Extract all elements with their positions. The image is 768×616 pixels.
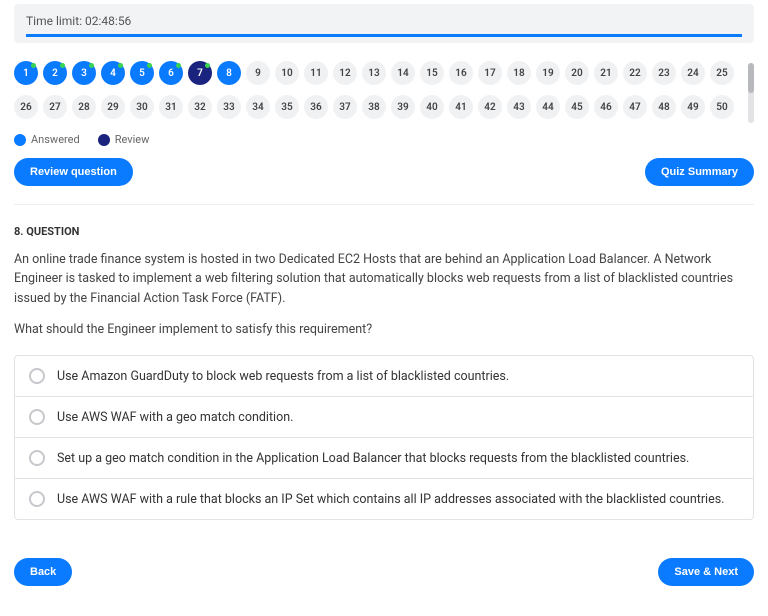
question-body: An online trade finance system is hosted… bbox=[14, 250, 754, 308]
answer-option-label: Use AWS WAF with a geo match condition. bbox=[57, 410, 293, 425]
question-nav-50[interactable]: 50 bbox=[710, 95, 734, 119]
question-nav-32[interactable]: 32 bbox=[188, 95, 212, 119]
question-nav-28[interactable]: 28 bbox=[72, 95, 96, 119]
question-nav-36[interactable]: 36 bbox=[304, 95, 328, 119]
question-nav-13[interactable]: 13 bbox=[362, 61, 386, 85]
question-nav-15[interactable]: 15 bbox=[420, 61, 444, 85]
question-nav-3[interactable]: 3 bbox=[72, 61, 96, 85]
radio-icon bbox=[29, 491, 45, 507]
legend-review-label: Review bbox=[115, 133, 150, 146]
legend-answered-label: Answered bbox=[31, 133, 80, 146]
question-nav-14[interactable]: 14 bbox=[391, 61, 415, 85]
review-question-button[interactable]: Review question bbox=[14, 158, 133, 186]
answer-options: Use Amazon GuardDuty to block web reques… bbox=[14, 355, 754, 520]
scrollbar-thumb[interactable] bbox=[748, 63, 754, 93]
answer-option-2[interactable]: Use AWS WAF with a geo match condition. bbox=[15, 397, 753, 438]
question-nav-20[interactable]: 20 bbox=[565, 61, 589, 85]
review-dot-icon bbox=[98, 134, 110, 146]
answered-indicator-icon bbox=[60, 63, 65, 68]
question-nav-4[interactable]: 4 bbox=[101, 61, 125, 85]
question-nav-1[interactable]: 1 bbox=[14, 61, 38, 85]
legend-answered: Answered bbox=[14, 133, 80, 146]
question-nav-46[interactable]: 46 bbox=[594, 95, 618, 119]
question-heading: 8. QUESTION bbox=[14, 225, 754, 238]
question-nav-48[interactable]: 48 bbox=[652, 95, 676, 119]
question-nav-12[interactable]: 12 bbox=[333, 61, 357, 85]
quiz-summary-button[interactable]: Quiz Summary bbox=[645, 158, 754, 186]
question-nav-8[interactable]: 8 bbox=[217, 61, 241, 85]
radio-icon bbox=[29, 368, 45, 384]
timer-text: Time limit: 02:48:56 bbox=[26, 14, 742, 28]
question-nav-29[interactable]: 29 bbox=[101, 95, 125, 119]
question-nav: 1234567891011121314151617181920212223242… bbox=[14, 61, 742, 129]
question-nav-21[interactable]: 21 bbox=[594, 61, 618, 85]
answer-option-label: Set up a geo match condition in the Appl… bbox=[57, 451, 689, 466]
timer-progress bbox=[26, 34, 742, 37]
question-nav-10[interactable]: 10 bbox=[275, 61, 299, 85]
question-nav-34[interactable]: 34 bbox=[246, 95, 270, 119]
question-nav-43[interactable]: 43 bbox=[507, 95, 531, 119]
question-nav-35[interactable]: 35 bbox=[275, 95, 299, 119]
question-nav-49[interactable]: 49 bbox=[681, 95, 705, 119]
question-nav-47[interactable]: 47 bbox=[623, 95, 647, 119]
answer-option-1[interactable]: Use Amazon GuardDuty to block web reques… bbox=[15, 356, 753, 397]
legend: Answered Review bbox=[14, 133, 754, 146]
question-nav-30[interactable]: 30 bbox=[130, 95, 154, 119]
answer-option-label: Use AWS WAF with a rule that blocks an I… bbox=[57, 492, 724, 507]
question-nav-38[interactable]: 38 bbox=[362, 95, 386, 119]
question-nav-18[interactable]: 18 bbox=[507, 61, 531, 85]
question-nav-45[interactable]: 45 bbox=[565, 95, 589, 119]
question-nav-16[interactable]: 16 bbox=[449, 61, 473, 85]
question-nav-40[interactable]: 40 bbox=[420, 95, 444, 119]
question-nav-25[interactable]: 25 bbox=[710, 61, 734, 85]
question-nav-37[interactable]: 37 bbox=[333, 95, 357, 119]
nav-scrollbar[interactable] bbox=[748, 63, 754, 123]
save-next-button[interactable]: Save & Next bbox=[658, 558, 754, 586]
question-nav-24[interactable]: 24 bbox=[681, 61, 705, 85]
answer-option-label: Use Amazon GuardDuty to block web reques… bbox=[57, 369, 509, 384]
question-nav-19[interactable]: 19 bbox=[536, 61, 560, 85]
question-nav-11[interactable]: 11 bbox=[304, 61, 328, 85]
question-nav-42[interactable]: 42 bbox=[478, 95, 502, 119]
answered-indicator-icon bbox=[205, 63, 210, 68]
back-button[interactable]: Back bbox=[14, 558, 72, 586]
question-nav-27[interactable]: 27 bbox=[43, 95, 67, 119]
question-nav-39[interactable]: 39 bbox=[391, 95, 415, 119]
radio-icon bbox=[29, 450, 45, 466]
divider bbox=[14, 204, 754, 205]
question-nav-6[interactable]: 6 bbox=[159, 61, 183, 85]
answer-option-4[interactable]: Use AWS WAF with a rule that blocks an I… bbox=[15, 479, 753, 519]
question-nav-2[interactable]: 2 bbox=[43, 61, 67, 85]
radio-icon bbox=[29, 409, 45, 425]
timer-panel: Time limit: 02:48:56 bbox=[14, 4, 754, 43]
question-nav-5[interactable]: 5 bbox=[130, 61, 154, 85]
legend-review: Review bbox=[98, 133, 150, 146]
answered-indicator-icon bbox=[31, 63, 36, 68]
question-nav-22[interactable]: 22 bbox=[623, 61, 647, 85]
answered-indicator-icon bbox=[176, 63, 181, 68]
question-prompt: What should the Engineer implement to sa… bbox=[14, 322, 754, 337]
question-nav-31[interactable]: 31 bbox=[159, 95, 183, 119]
question-nav-26[interactable]: 26 bbox=[14, 95, 38, 119]
answer-option-3[interactable]: Set up a geo match condition in the Appl… bbox=[15, 438, 753, 479]
question-nav-23[interactable]: 23 bbox=[652, 61, 676, 85]
answered-indicator-icon bbox=[118, 63, 123, 68]
question-nav-17[interactable]: 17 bbox=[478, 61, 502, 85]
question-nav-7[interactable]: 7 bbox=[188, 61, 212, 85]
answered-indicator-icon bbox=[147, 63, 152, 68]
question-nav-44[interactable]: 44 bbox=[536, 95, 560, 119]
answered-indicator-icon bbox=[89, 63, 94, 68]
question-nav-9[interactable]: 9 bbox=[246, 61, 270, 85]
answered-dot-icon bbox=[14, 134, 26, 146]
question-nav-41[interactable]: 41 bbox=[449, 95, 473, 119]
question-nav-33[interactable]: 33 bbox=[217, 95, 241, 119]
